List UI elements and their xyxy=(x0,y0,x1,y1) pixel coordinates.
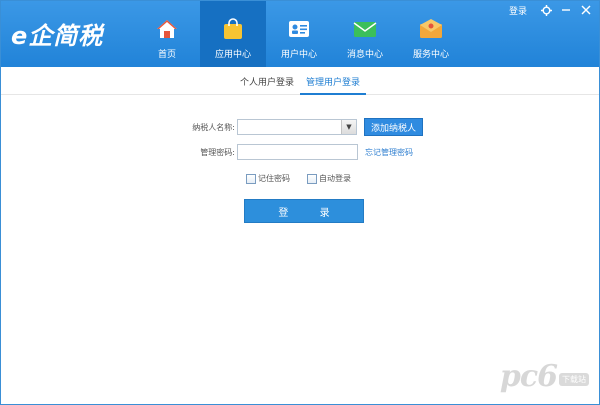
window-controls: 登录 xyxy=(509,1,595,19)
nav-item-home[interactable]: 首页 xyxy=(134,1,200,67)
taxpayer-label: 纳税人名称: xyxy=(192,122,235,132)
auto-login-label: 自动登录 xyxy=(319,174,351,183)
main-nav: 首页 应用中心 用户中心 消息中心 服务中心 xyxy=(134,1,464,67)
checkbox-box[interactable] xyxy=(246,173,256,184)
minimize-icon[interactable] xyxy=(557,1,575,19)
taxpayer-row: 纳税人名称: ▼ 添加纳税人 xyxy=(1,118,423,136)
login-options: 记住密码 自动登录 xyxy=(246,173,368,184)
login-tabs: 个人用户登录 管理用户登录 xyxy=(1,67,599,95)
add-taxpayer-button[interactable]: 添加纳税人 xyxy=(364,118,423,136)
watermark-logo: pc6 下载站 xyxy=(500,359,589,394)
app-window: e企简税 首页 应用中心 用户中心 消息中心 服务中心 登录 个人用户登录 管理… xyxy=(0,0,600,405)
taxpayer-select[interactable]: ▼ xyxy=(237,119,357,135)
nav-label-user-center: 用户中心 xyxy=(280,50,317,60)
header-bar: e企简税 首页 应用中心 用户中心 消息中心 服务中心 登录 xyxy=(1,1,599,67)
remember-password-label: 记住密码 xyxy=(258,174,290,183)
close-icon[interactable] xyxy=(577,1,595,19)
message-envelope-icon xyxy=(352,16,378,42)
chevron-down-icon[interactable]: ▼ xyxy=(341,120,356,134)
logo-text: e企简税 xyxy=(11,22,104,50)
service-envelope-icon xyxy=(418,16,444,42)
password-label: 管理密码: xyxy=(200,147,235,157)
watermark-text: pc6 xyxy=(499,359,558,394)
forgot-password-link[interactable]: 忘记管理密码 xyxy=(365,147,413,158)
gear-icon[interactable] xyxy=(537,1,555,19)
home-icon xyxy=(154,16,180,42)
checkbox-box[interactable] xyxy=(307,173,317,184)
tab-admin-login[interactable]: 管理用户登录 xyxy=(300,77,367,95)
admin-password-field[interactable] xyxy=(237,144,358,160)
nav-label-home: 首页 xyxy=(157,50,176,60)
nav-item-user-center[interactable]: 用户中心 xyxy=(266,1,332,67)
nav-item-message-center[interactable]: 消息中心 xyxy=(332,1,398,67)
nav-label-app-center: 应用中心 xyxy=(214,50,251,60)
user-card-icon xyxy=(286,16,312,42)
app-logo: e企简税 xyxy=(11,17,103,51)
nav-item-app-center[interactable]: 应用中心 xyxy=(200,1,266,67)
remember-password-checkbox[interactable]: 记住密码 xyxy=(246,173,290,184)
nav-label-service-center: 服务中心 xyxy=(412,50,449,60)
top-login-link[interactable]: 登录 xyxy=(509,4,527,17)
auto-login-checkbox[interactable]: 自动登录 xyxy=(307,173,351,184)
tab-personal-login[interactable]: 个人用户登录 xyxy=(234,77,300,95)
login-button[interactable]: 登 录 xyxy=(244,199,364,223)
password-row: 管理密码: 忘记管理密码 xyxy=(1,144,413,160)
nav-label-message-center: 消息中心 xyxy=(346,50,383,60)
nav-item-service-center[interactable]: 服务中心 xyxy=(398,1,464,67)
app-bag-icon xyxy=(220,16,246,42)
watermark-badge: 下载站 xyxy=(559,373,589,386)
